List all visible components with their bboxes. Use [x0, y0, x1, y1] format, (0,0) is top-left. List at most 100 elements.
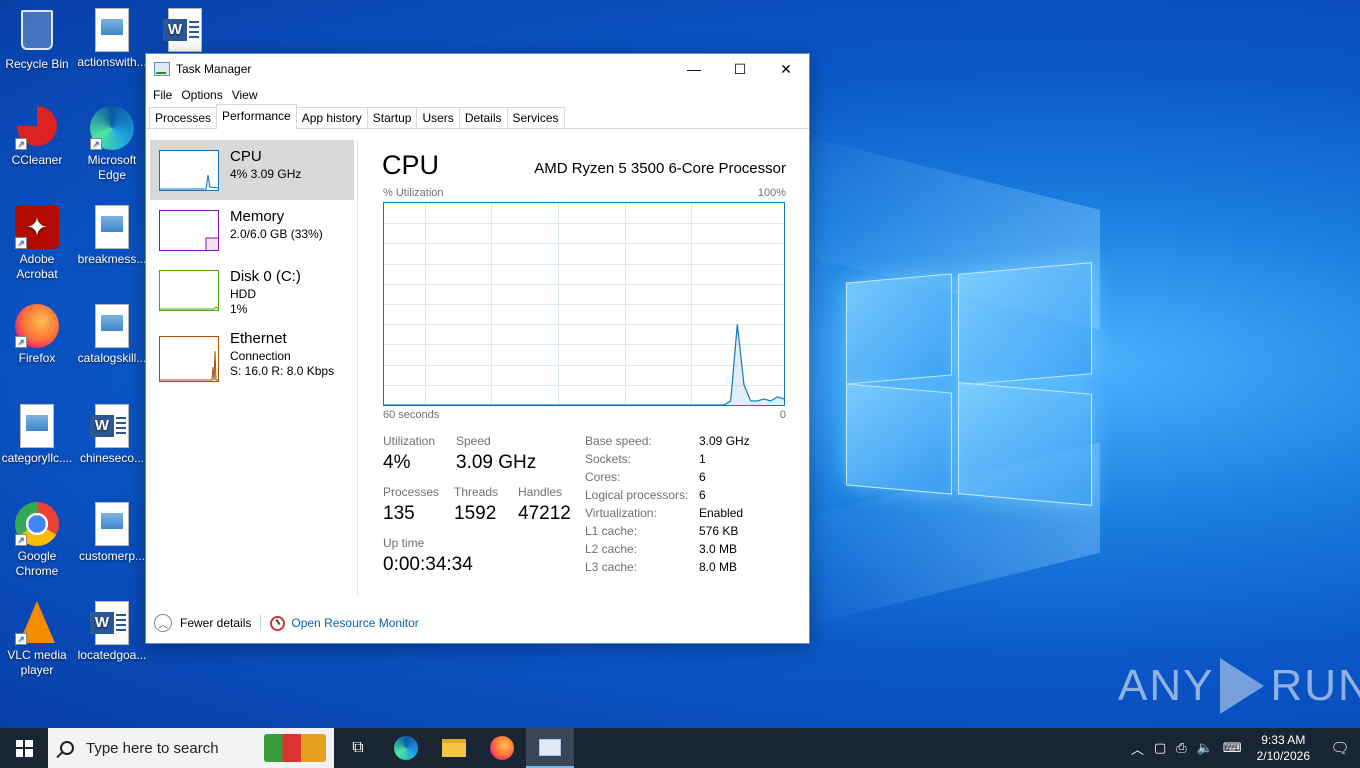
windows-start-icon: [15, 739, 33, 757]
cpu-heading: CPU: [382, 150, 440, 180]
menu-view[interactable]: View: [231, 88, 266, 102]
desktop-icon-customerp[interactable]: customerp...: [75, 502, 149, 564]
desktop-icon-catalogskill[interactable]: catalogskill...: [75, 304, 149, 366]
desktop-icon-locatedgoa[interactable]: W locatedgoa...: [75, 601, 149, 663]
spec-label: Cores:: [585, 470, 621, 484]
desktop-icon-microsoft-edge[interactable]: ↗ Microsoft Edge: [75, 106, 149, 183]
spec-value: 3.0 MB: [699, 542, 738, 556]
handles-stat: 47212: [518, 503, 571, 524]
notification-center-icon[interactable]: 🗨: [1320, 739, 1360, 757]
chrome-icon: ↗: [15, 502, 59, 546]
task-manager-icon: [154, 62, 170, 76]
start-button[interactable]: [0, 728, 48, 768]
desktop-icon-categoryllc[interactable]: categoryllc....: [0, 404, 74, 466]
menu-file[interactable]: File: [152, 88, 180, 102]
sidebar-item-ethernet[interactable]: Ethernet Connection S: 16.0 R: 8.0 Kbps: [150, 326, 354, 386]
memory-thumbnail-graph: [159, 210, 219, 251]
search-icon: [60, 741, 74, 755]
spec-label: Virtualization:: [585, 506, 657, 520]
spec-value: Enabled: [699, 506, 744, 520]
spec-value: 1: [699, 452, 706, 466]
desktop-icon-word-document[interactable]: W: [148, 8, 222, 55]
windows-logo: [846, 258, 1094, 511]
task-view-button[interactable]: ⧉: [334, 728, 382, 768]
desktop-icon-adobe-acrobat[interactable]: ✦ ↗ Adobe Acrobat: [0, 205, 74, 282]
tab-performance[interactable]: Performance: [216, 104, 297, 129]
tab-details[interactable]: Details: [458, 107, 508, 128]
task-view-icon: ⧉: [352, 739, 364, 756]
clock-time: 9:33 AM: [1261, 733, 1306, 747]
desktop-icon-firefox[interactable]: ↗ Firefox: [0, 304, 74, 366]
footer-bar: ︿ Fewer details Open Resource Monitor: [146, 608, 809, 638]
spec-label: Logical processors:: [585, 488, 689, 502]
taskbar-edge[interactable]: [382, 728, 430, 768]
adobe-acrobat-icon: ✦ ↗: [15, 205, 59, 249]
desktop-icon-ccleaner[interactable]: ↗ CCleaner: [0, 106, 74, 168]
speed-stat-label: Speed: [456, 434, 491, 448]
volume-icon[interactable]: 🔈: [1192, 740, 1218, 756]
tab-startup[interactable]: Startup: [366, 107, 418, 128]
word-document-icon: W: [163, 8, 207, 52]
chevron-up-icon[interactable]: ︿: [1126, 739, 1149, 758]
cpu-usage-area: [384, 324, 784, 405]
cpu-usage-line: [384, 324, 785, 406]
uptime-stat: 0:00:34:34: [383, 554, 473, 575]
fewer-details-link[interactable]: Fewer details: [180, 616, 251, 630]
utilization-stat: 4%: [383, 452, 411, 473]
sidebar-item-memory[interactable]: Memory 2.0/6.0 GB (33%): [150, 200, 354, 260]
taskbar-file-explorer[interactable]: [430, 728, 478, 768]
title-bar[interactable]: Task Manager — ☐ ✕: [146, 54, 809, 84]
tab-processes[interactable]: Processes: [149, 107, 218, 128]
spec-label: L2 cache:: [585, 542, 638, 556]
chevron-up-icon[interactable]: ︿: [154, 614, 172, 632]
image-file-icon: [90, 304, 134, 348]
close-button[interactable]: ✕: [763, 54, 809, 84]
resource-monitor-icon: [270, 615, 286, 631]
threads-stat-label: Threads: [454, 485, 499, 499]
network-icon[interactable]: ⎙: [1171, 740, 1191, 756]
image-file-icon: [90, 205, 134, 249]
desktop-icon-recycle-bin[interactable]: Recycle Bin: [0, 8, 74, 72]
processes-stat-label: Processes: [383, 485, 440, 499]
taskbar-clock[interactable]: 9:33 AM 2/10/2026: [1247, 732, 1320, 764]
desktop-icon-vlc[interactable]: ↗ VLC media player: [0, 601, 74, 678]
system-tray: ︿ ▢ ⎙ 🔈 ⌨ 9:33 AM 2/10/2026 🗨: [1126, 728, 1360, 768]
menu-options[interactable]: Options: [180, 88, 230, 102]
taskbar: Type here to search ⧉ ︿ ▢ ⎙ 🔈 ⌨ 9:33 AM …: [0, 728, 1360, 768]
spec-label: L3 cache:: [585, 560, 638, 574]
utilization-max: 100%: [757, 187, 786, 199]
image-file-icon: [15, 404, 59, 448]
taskbar-firefox[interactable]: [478, 728, 526, 768]
ime-icon[interactable]: ⌨: [1218, 740, 1247, 756]
graph-axis-zero: 0: [779, 409, 786, 421]
taskbar-search-box[interactable]: Type here to search: [48, 728, 334, 768]
minimize-button[interactable]: —: [671, 54, 717, 84]
open-resource-monitor-link[interactable]: Open Resource Monitor: [291, 616, 418, 630]
firefox-icon: ↗: [15, 304, 59, 348]
tab-users[interactable]: Users: [416, 107, 460, 128]
utilization-stat-label: Utilization: [383, 434, 436, 448]
threads-stat: 1592: [454, 503, 497, 524]
maximize-button[interactable]: ☐: [717, 54, 763, 84]
edge-icon: ↗: [90, 106, 134, 150]
disk-thumbnail-graph: [159, 270, 219, 311]
desktop-icon-actionswith[interactable]: actionswith...: [75, 8, 149, 70]
tab-app-history[interactable]: App history: [295, 107, 368, 128]
processes-stat: 135: [383, 503, 415, 524]
desktop-icon-google-chrome[interactable]: ↗ Google Chrome: [0, 502, 74, 579]
desktop-icon-chineseco[interactable]: W chineseco...: [75, 404, 149, 466]
ethernet-thumbnail-graph: [159, 336, 219, 382]
spec-label: Base speed:: [585, 434, 652, 448]
spec-label: Sockets:: [585, 452, 632, 466]
graph-time-label: 60 seconds: [383, 409, 440, 421]
tab-services[interactable]: Services: [506, 107, 565, 128]
tray-app-icon[interactable]: ▢: [1149, 740, 1171, 756]
sidebar-item-disk[interactable]: Disk 0 (C:) HDD 1%: [150, 260, 354, 320]
cpu-model: AMD Ryzen 5 3500 6-Core Processor: [534, 160, 786, 177]
desktop-icon-breakmess[interactable]: breakmess...: [75, 205, 149, 267]
sidebar-item-cpu[interactable]: CPU 4% 3.09 GHz: [150, 140, 354, 200]
search-placeholder: Type here to search: [86, 739, 219, 757]
taskbar-task-manager[interactable]: [526, 728, 574, 768]
spec-value: 6: [699, 470, 706, 484]
speed-stat: 3.09 GHz: [456, 452, 537, 473]
